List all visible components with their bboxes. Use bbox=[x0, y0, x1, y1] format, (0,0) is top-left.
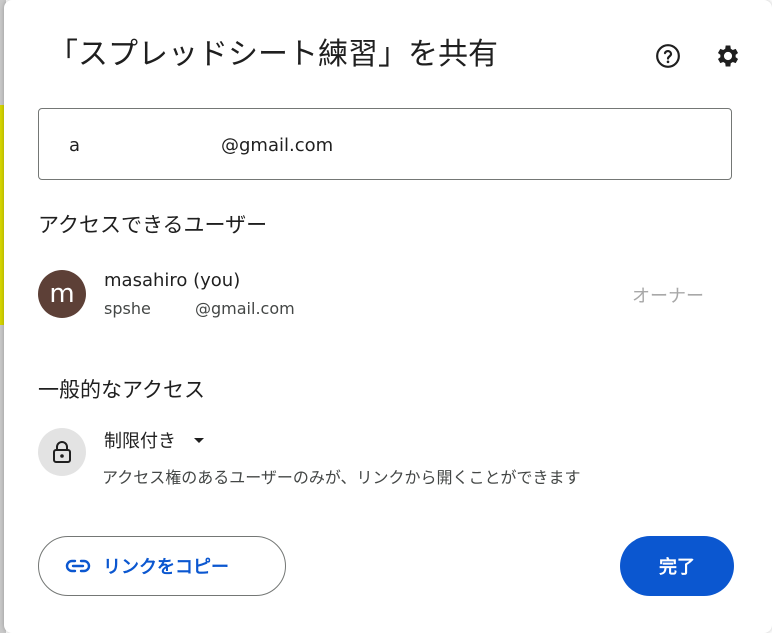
user-email-prefix: spshe bbox=[104, 299, 151, 318]
help-button[interactable] bbox=[654, 42, 682, 70]
help-circle-icon bbox=[656, 44, 680, 68]
chevron-down-icon bbox=[194, 437, 204, 443]
avatar: m bbox=[38, 270, 86, 318]
user-name: masahiro (you) bbox=[104, 270, 241, 291]
users-section-title: アクセスできるユーザー bbox=[38, 213, 268, 237]
general-access-description: アクセス権のあるユーザーのみが、リンクから開くことができます bbox=[102, 468, 581, 487]
user-email-domain: @gmail.com bbox=[195, 299, 295, 318]
general-access-title: 一般的なアクセス bbox=[38, 378, 205, 402]
gear-icon bbox=[717, 45, 739, 67]
lock-icon bbox=[53, 441, 71, 463]
lock-icon-container bbox=[38, 428, 86, 476]
owner-role-label: オーナー bbox=[632, 286, 704, 307]
add-people-input[interactable]: a @gmail.com bbox=[38, 108, 732, 180]
general-access-dropdown[interactable]: 制限付き bbox=[98, 424, 210, 456]
done-button[interactable]: 完了 bbox=[620, 536, 734, 596]
share-dialog: 「スプレッドシート練習」を共有 a @gmail.com アクセスできるユーザー… bbox=[4, 0, 772, 633]
general-access-selected: 制限付き bbox=[104, 431, 176, 452]
copy-link-label: リンクをコピー bbox=[103, 557, 229, 578]
link-icon bbox=[65, 553, 91, 579]
recipient-chip-domain: @gmail.com bbox=[221, 135, 334, 156]
copy-link-button[interactable]: リンクをコピー bbox=[38, 536, 286, 596]
dialog-title: 「スプレッドシート練習」を共有 bbox=[48, 37, 498, 72]
settings-button[interactable] bbox=[714, 42, 742, 70]
recipient-chip-prefix: a bbox=[69, 135, 81, 156]
